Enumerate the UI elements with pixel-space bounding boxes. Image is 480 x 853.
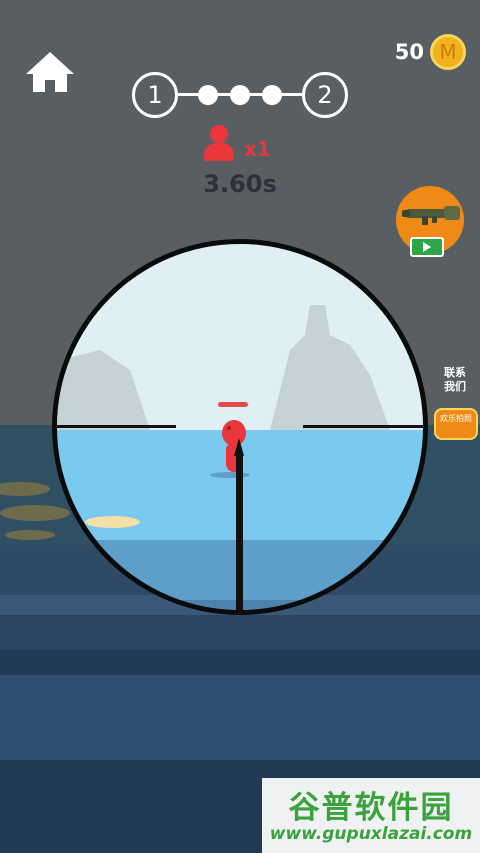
sand-patch — [85, 516, 140, 528]
watermark-title: 谷普软件园 — [288, 790, 454, 826]
contact-us-link[interactable]: 联系我们 — [440, 366, 470, 394]
watermark-url: www.gupuxlazai.com — [269, 824, 473, 844]
stage-current: 1 — [132, 72, 178, 118]
distant-castle-silhouette — [57, 305, 390, 430]
stage-step-dot — [230, 85, 250, 105]
sniper-scope[interactable] — [52, 239, 428, 615]
enemy-multiplier: x1 — [244, 137, 271, 161]
shore-patch — [5, 530, 55, 540]
ground-band — [0, 675, 480, 760]
rocket-launcher-icon — [402, 206, 460, 225]
watch-video-badge[interactable] — [410, 237, 444, 257]
stage-next: 2 — [302, 72, 348, 118]
crosshair-tip — [234, 438, 244, 456]
scope-view — [57, 244, 423, 610]
crosshair-right-line — [303, 425, 423, 428]
crosshair-left-line — [57, 425, 176, 428]
site-watermark: 谷普软件园 www.gupuxlazai.com — [262, 778, 480, 853]
ground-band — [0, 615, 480, 650]
coin-icon: M — [430, 34, 466, 70]
game-scene[interactable]: 50 M 1 2 x1 3.60s 联系我们 欢乐拍照 谷普软件园 www.gu… — [0, 0, 480, 853]
coin-count: 50 — [394, 40, 424, 64]
crosshair-vertical-post — [236, 455, 243, 610]
stage-progress: 1 2 — [132, 72, 348, 118]
home-button[interactable] — [24, 50, 76, 94]
enemy-eye — [227, 426, 231, 430]
home-icon — [26, 52, 74, 92]
enemy-counter: x1 — [202, 125, 271, 161]
photo-button[interactable]: 欢乐拍照 — [434, 408, 478, 440]
person-icon — [202, 125, 236, 161]
video-play-icon — [423, 242, 431, 252]
coin-counter: 50 M — [395, 34, 466, 70]
stage-step-dot — [198, 85, 218, 105]
stage-step-dot — [262, 85, 282, 105]
target-health-bar — [218, 402, 248, 407]
ground-band — [0, 650, 480, 675]
